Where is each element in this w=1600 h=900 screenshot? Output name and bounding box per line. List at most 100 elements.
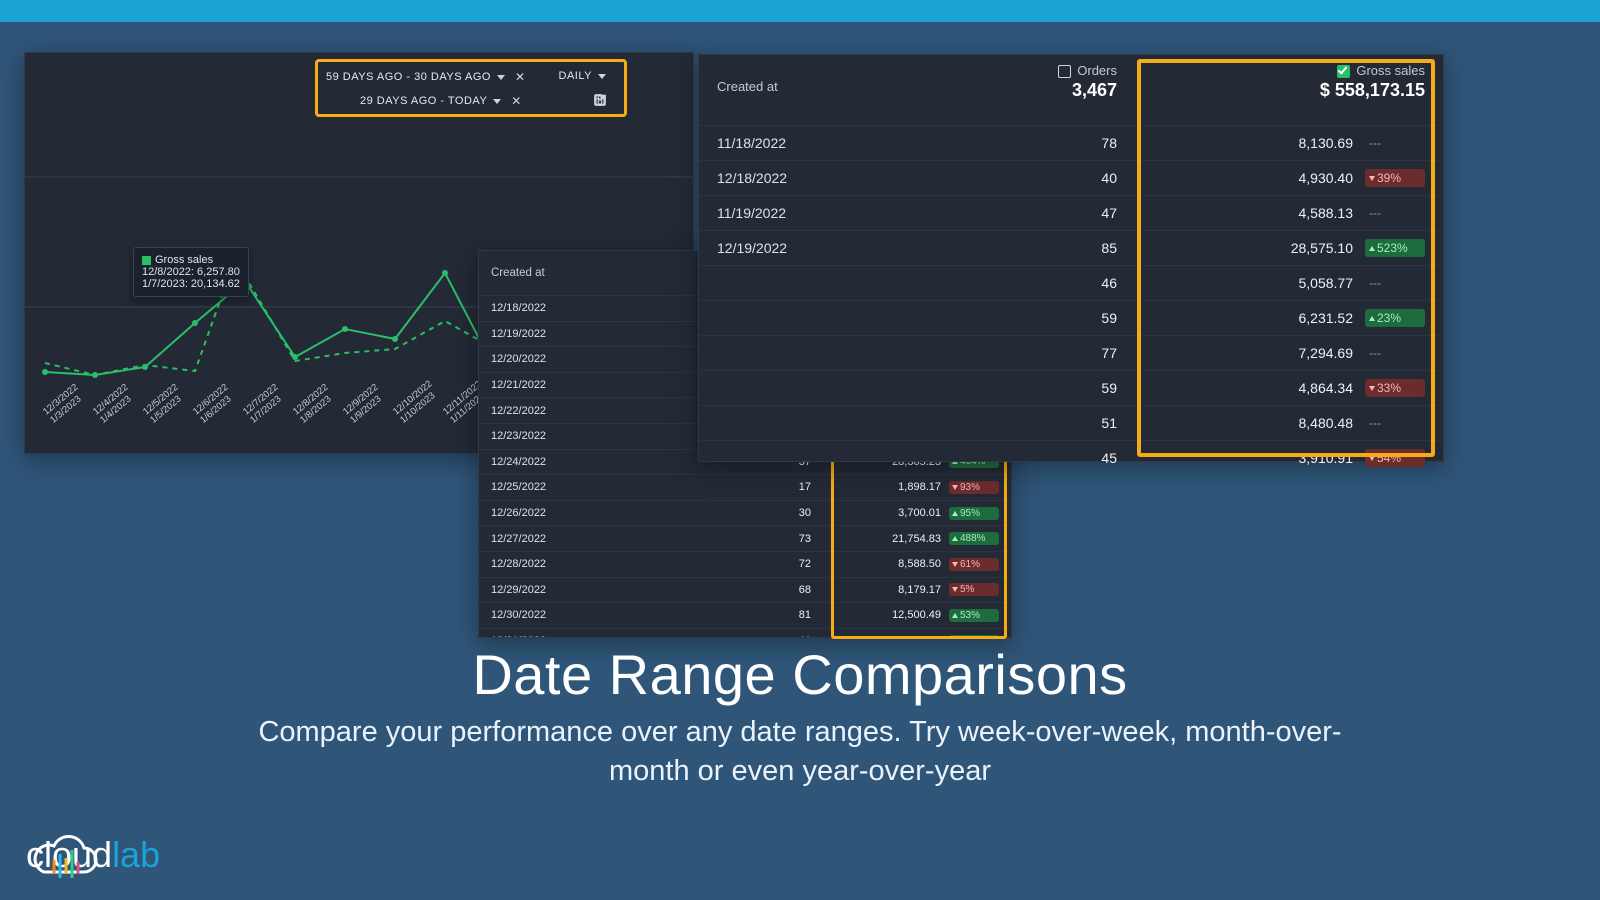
cell-gross: 3,910.91 xyxy=(1269,450,1353,466)
cell-orders: 51 xyxy=(957,415,1117,431)
col-gross-sales[interactable]: Gross sales $ 558,173.15 xyxy=(1117,63,1425,101)
checkbox-checked-icon[interactable] xyxy=(1337,65,1350,78)
table-row[interactable]: 12/27/2022 73 21,754.83488% xyxy=(479,525,1011,551)
cell-orders: 41 xyxy=(651,635,811,637)
cell-orders: 47 xyxy=(957,205,1117,221)
cell-gross: 28,575.10 xyxy=(1269,240,1353,256)
table-row[interactable]: 12/29/2022 68 8,179.175% xyxy=(479,577,1011,603)
brand-word-lab: lab xyxy=(112,834,160,875)
table-row[interactable]: 46 5,058.77 --- xyxy=(699,265,1443,300)
cell-gross: 8,480.48 xyxy=(1269,415,1353,431)
cell-orders: 77 xyxy=(957,345,1117,361)
table-icon[interactable] xyxy=(619,93,635,109)
cell-orders: 81 xyxy=(651,609,811,621)
comparison-table-large: Created at Orders 3,467 Gross sales $ 55… xyxy=(698,54,1444,462)
cell-date: 12/26/2022 xyxy=(491,507,651,519)
close-icon[interactable]: ✕ xyxy=(515,70,525,84)
cell-gross: 8,588.50 xyxy=(879,558,941,570)
delta-down: 39% xyxy=(1365,169,1425,187)
cell-gross: 12,500.49 xyxy=(879,609,941,621)
col-created-at[interactable]: Created at xyxy=(491,267,651,279)
cell-date: 12/31/2022 xyxy=(491,635,651,637)
brand-logo: cloudlab xyxy=(26,834,160,876)
checkbox-icon[interactable] xyxy=(1058,65,1071,78)
cell-orders: 45 xyxy=(957,450,1117,466)
delta-down: 54% xyxy=(1365,449,1425,467)
table-row[interactable]: 12/31/2022 41 28,645.80 129% xyxy=(479,628,1011,637)
table-row[interactable]: 12/25/2022 17 1,898.1793% xyxy=(479,474,1011,500)
granularity-select[interactable]: DAILY xyxy=(559,70,606,82)
more-icon[interactable] xyxy=(671,93,687,109)
table-row[interactable]: 12/30/2022 81 12,500.49 53% xyxy=(479,602,1011,628)
delta-none: --- xyxy=(1365,204,1425,222)
cell-date: 12/18/2022 xyxy=(717,170,957,186)
period-selector-highlight: 59 DAYS AGO - 30 DAYS AGO ✕ DAILY 29 DAY… xyxy=(315,59,627,117)
table-row[interactable]: 12/26/2022 30 3,700.0195% xyxy=(479,500,1011,526)
cell-date: 11/19/2022 xyxy=(717,205,957,221)
orders-total: 3,467 xyxy=(957,80,1117,101)
cell-gross: 6,231.52 xyxy=(1269,310,1353,326)
cell-date: 11/18/2022 xyxy=(717,135,957,151)
delta-up: 23% xyxy=(1365,309,1425,327)
delta-up: 488% xyxy=(949,532,999,545)
delta-down: 61% xyxy=(949,558,999,571)
table-row[interactable]: 11/18/2022 78 8,130.69 --- xyxy=(699,125,1443,160)
table-row[interactable]: 59 4,864.3433% xyxy=(699,370,1443,405)
cell-orders: 17 xyxy=(651,481,811,493)
table-row[interactable]: 12/28/2022 72 8,588.5061% xyxy=(479,551,1011,577)
top-accent-bar xyxy=(0,0,1600,22)
cell-gross: 1,898.17 xyxy=(879,481,941,493)
date-range-a-label: 59 DAYS AGO - 30 DAYS AGO xyxy=(326,71,491,83)
close-icon[interactable]: ✕ xyxy=(511,94,521,108)
cell-date: 12/21/2022 xyxy=(491,379,651,391)
cell-orders: 59 xyxy=(957,310,1117,326)
cell-orders: 85 xyxy=(957,240,1117,256)
tooltip-series: Gross sales xyxy=(155,254,213,266)
table-row[interactable]: 45 3,910.91 54% xyxy=(699,440,1443,475)
cell-orders: 46 xyxy=(957,275,1117,291)
cell-date: 12/24/2022 xyxy=(491,456,651,468)
cell-gross: 21,754.83 xyxy=(879,533,941,545)
cell-orders: 59 xyxy=(957,380,1117,396)
caret-down-icon xyxy=(497,75,505,80)
chart-tooltip: Gross sales 12/8/2022: 6,257.80 1/7/2023… xyxy=(133,247,249,297)
cell-gross: 4,864.34 xyxy=(1269,380,1353,396)
table-row[interactable]: 77 7,294.69 --- xyxy=(699,335,1443,370)
delta-up: 95% xyxy=(949,507,999,520)
delta-none: --- xyxy=(1365,134,1425,152)
delta-none: --- xyxy=(1365,274,1425,292)
granularity-label: DAILY xyxy=(559,70,592,82)
table-row[interactable]: 11/19/2022 47 4,588.13--- xyxy=(699,195,1443,230)
col-orders[interactable]: Orders 3,467 xyxy=(957,63,1117,101)
cell-gross: 3,700.01 xyxy=(879,507,941,519)
table-row[interactable]: 51 8,480.48 --- xyxy=(699,405,1443,440)
tooltip-line-1: 12/8/2022: 6,257.80 xyxy=(142,266,240,278)
cell-gross: 8,130.69 xyxy=(1269,135,1353,151)
delta-none: --- xyxy=(1365,414,1425,432)
cell-gross: 8,179.17 xyxy=(879,584,941,596)
table-row[interactable]: 12/19/2022 85 28,575.10523% xyxy=(699,230,1443,265)
cell-gross: 5,058.77 xyxy=(1269,275,1353,291)
table-row[interactable]: 59 6,231.52 23% xyxy=(699,300,1443,335)
table-row[interactable]: 12/18/2022 40 4,930.4039% xyxy=(699,160,1443,195)
cell-orders: 72 xyxy=(651,558,811,570)
cell-date: 12/22/2022 xyxy=(491,405,651,417)
caret-down-icon xyxy=(598,74,606,79)
cell-date: 12/29/2022 xyxy=(491,584,651,596)
cell-date: 12/30/2022 xyxy=(491,609,651,621)
cell-date: 12/18/2022 xyxy=(491,302,651,314)
export-icon[interactable] xyxy=(645,93,661,109)
cell-date: 12/19/2022 xyxy=(717,240,957,256)
cell-date: 12/19/2022 xyxy=(491,328,651,340)
date-range-b[interactable]: 29 DAYS AGO - TODAY xyxy=(360,95,501,107)
cell-gross: 28,645.80 xyxy=(879,635,941,637)
delta-up: 129% xyxy=(949,635,999,637)
date-range-a[interactable]: 59 DAYS AGO - 30 DAYS AGO xyxy=(326,71,505,83)
col-created-at[interactable]: Created at xyxy=(717,63,957,109)
delta-down: 93% xyxy=(949,481,999,494)
delta-up: 53% xyxy=(949,609,999,622)
cell-orders: 78 xyxy=(957,135,1117,151)
gross-total: $ 558,173.15 xyxy=(1117,80,1425,101)
delta-none: --- xyxy=(1365,344,1425,362)
cell-gross: 7,294.69 xyxy=(1269,345,1353,361)
